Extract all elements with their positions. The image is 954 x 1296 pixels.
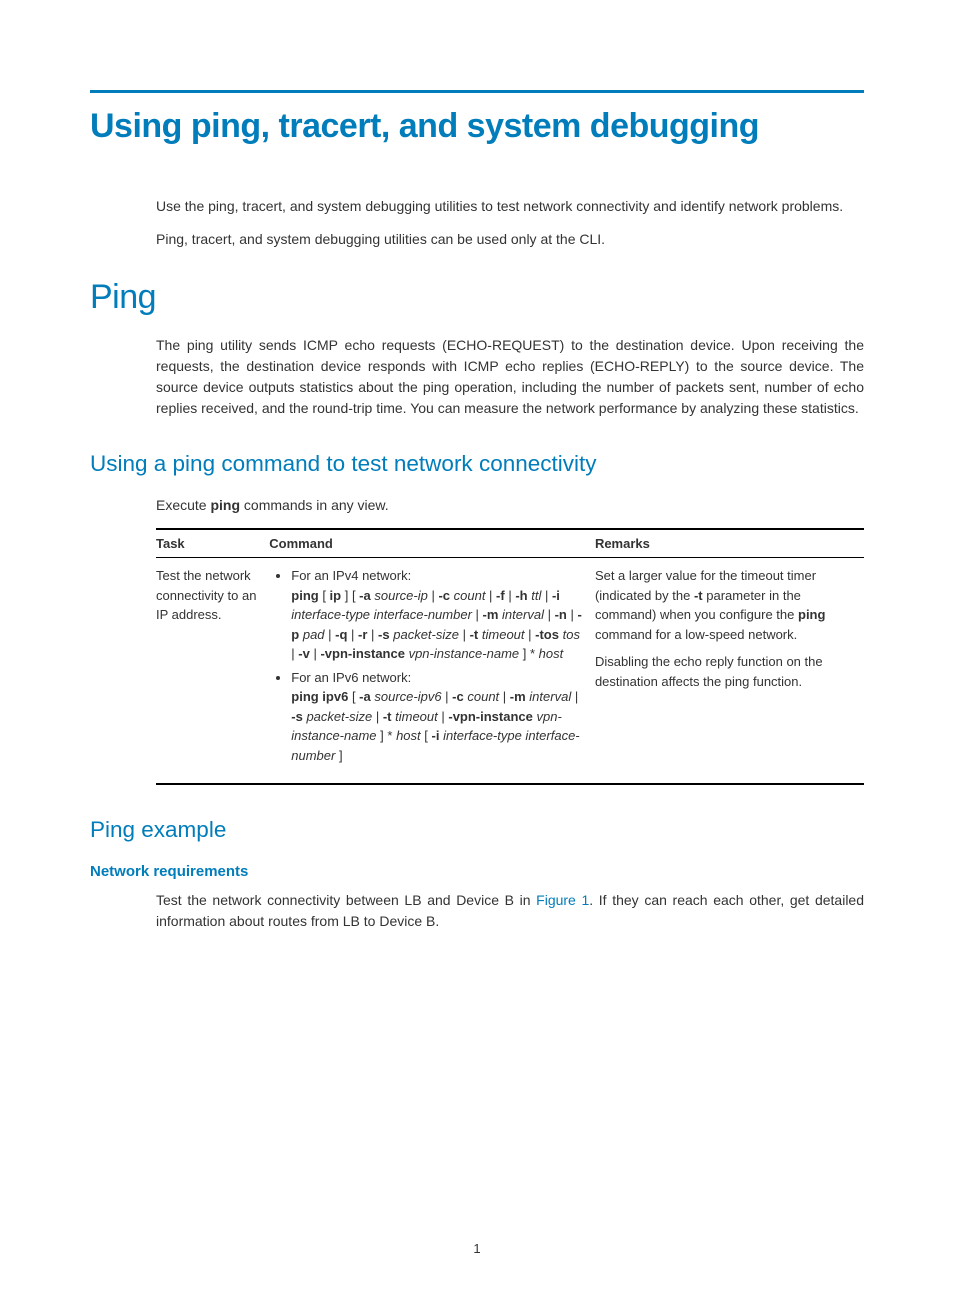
page-title: Using ping, tracert, and system debuggin… [90, 107, 864, 146]
th-task: Task [156, 529, 269, 558]
th-command: Command [269, 529, 595, 558]
network-requirements-heading: Network requirements [90, 863, 864, 880]
pe-pre: Test the network connectivity between LB… [156, 892, 536, 908]
subsection-ping-example: Ping example [90, 817, 864, 843]
cell-command: For an IPv4 network: ping [ ip ] [ -a so… [269, 558, 595, 785]
page: Using ping, tracert, and system debuggin… [0, 0, 954, 1296]
ipv6-item: For an IPv6 network: ping ipv6 [ -a sour… [291, 668, 585, 766]
intro-pre: Execute [156, 497, 210, 513]
ping-paragraph: The ping utility sends ICMP echo request… [156, 335, 864, 419]
intro-paragraph-2: Ping, tracert, and system debugging util… [156, 229, 864, 250]
intro-post: commands in any view. [240, 497, 389, 513]
subsection-using-ping: Using a ping command to test network con… [90, 451, 864, 477]
ping-block: The ping utility sends ICMP echo request… [156, 335, 864, 419]
page-number: 1 [0, 1241, 954, 1256]
ping-example-paragraph: Test the network connectivity between LB… [156, 890, 864, 932]
ipv4-label: For an IPv4 network: [291, 568, 411, 583]
section-heading-ping: Ping [90, 278, 864, 317]
using-ping-block: Execute ping commands in any view. Task … [156, 495, 864, 785]
intro-block: Use the ping, tracert, and system debugg… [156, 196, 864, 250]
table-row: Test the network connectivity to an IP a… [156, 558, 864, 785]
top-rule [90, 90, 864, 93]
intro-paragraph-1: Use the ping, tracert, and system debugg… [156, 196, 864, 217]
th-remarks: Remarks [595, 529, 864, 558]
command-table: Task Command Remarks Test the network co… [156, 528, 864, 785]
command-list: For an IPv4 network: ping [ ip ] [ -a so… [269, 566, 585, 765]
table-header-row: Task Command Remarks [156, 529, 864, 558]
ipv6-command: ping ipv6 [ -a source-ipv6 | -c count | … [291, 689, 579, 763]
ipv4-item: For an IPv4 network: ping [ ip ] [ -a so… [291, 566, 585, 664]
ipv6-label: For an IPv6 network: [291, 670, 411, 685]
intro-cmd: ping [210, 497, 240, 513]
using-ping-intro: Execute ping commands in any view. [156, 495, 864, 516]
cell-remarks: Set a larger value for the timeout timer… [595, 558, 864, 785]
remarks-p2: Disabling the echo reply function on the… [595, 652, 854, 691]
remarks-p1: Set a larger value for the timeout timer… [595, 566, 854, 644]
ipv4-command: ping [ ip ] [ -a source-ip | -c count | … [291, 588, 582, 662]
ping-example-block: Test the network connectivity between LB… [156, 890, 864, 932]
cell-task: Test the network connectivity to an IP a… [156, 558, 269, 785]
figure-1-link[interactable]: Figure 1 [536, 892, 589, 908]
